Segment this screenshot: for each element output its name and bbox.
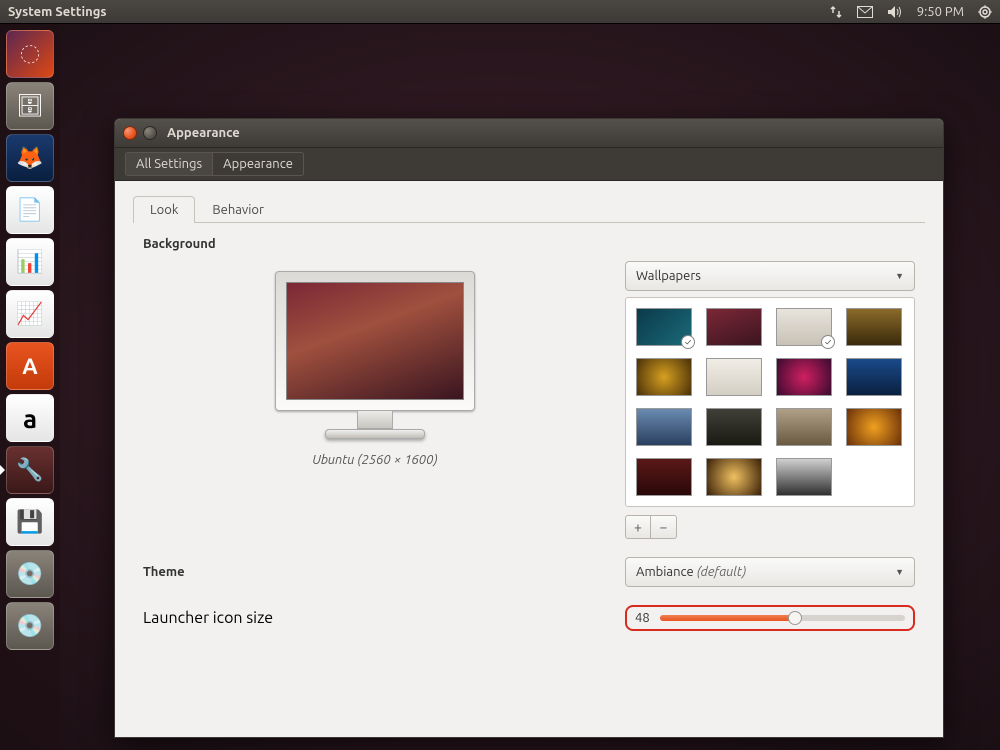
- wallpaper-column: Wallpapers ▼ ✓✓ + −: [625, 261, 915, 539]
- wallpaper-grid-container: ✓✓: [625, 297, 915, 507]
- files-icon[interactable]: 🗄: [6, 82, 54, 130]
- wallpaper-thumb[interactable]: [706, 308, 762, 346]
- preview-column: Ubuntu (2560 × 1600): [143, 261, 607, 539]
- launcher: ◌🗄🦊📄📊📈Aa🔧💾💿💿: [0, 24, 60, 750]
- wallpaper-thumb[interactable]: [776, 358, 832, 396]
- settings-icon[interactable]: 🔧: [6, 446, 54, 494]
- tab-behavior[interactable]: Behavior: [195, 196, 281, 223]
- launcher-size-label: Launcher icon size: [143, 609, 273, 627]
- launcher-size-row: Launcher icon size 48: [143, 605, 915, 631]
- slider-thumb[interactable]: [788, 611, 802, 625]
- wallpaper-thumb[interactable]: [846, 308, 902, 346]
- wallpaper-buttons: + −: [625, 515, 915, 539]
- wallpaper-thumb[interactable]: [636, 408, 692, 446]
- menubar: System Settings 9:50 PM: [0, 0, 1000, 24]
- check-icon: ✓: [821, 335, 835, 349]
- wallpaper-thumb[interactable]: [776, 408, 832, 446]
- wallpaper-thumb[interactable]: [846, 408, 902, 446]
- network-icon[interactable]: [829, 5, 843, 19]
- writer-icon[interactable]: 📄: [6, 186, 54, 234]
- theme-row: Theme Ambiance (default) ▼: [143, 557, 915, 587]
- background-label: Background: [143, 237, 915, 251]
- breadcrumb-appearance[interactable]: Appearance: [212, 152, 304, 176]
- wallpaper-thumb[interactable]: ✓: [636, 308, 692, 346]
- launcher-size-value: 48: [635, 611, 650, 625]
- firefox-icon[interactable]: 🦊: [6, 134, 54, 182]
- dvd-icon-1[interactable]: 💿: [6, 550, 54, 598]
- monitor-base: [325, 429, 425, 439]
- mail-icon[interactable]: [857, 6, 873, 18]
- dash-icon[interactable]: ◌: [6, 30, 54, 78]
- impress-icon[interactable]: 📈: [6, 290, 54, 338]
- menubar-title: System Settings: [8, 5, 107, 19]
- wallpaper-thumb[interactable]: ✓: [776, 308, 832, 346]
- screen-preview: [286, 282, 464, 400]
- slider-fill: [660, 615, 795, 621]
- breadcrumb-bar: All Settings Appearance: [115, 147, 943, 181]
- wallpaper-thumb[interactable]: [706, 458, 762, 496]
- wallpaper-caption: Ubuntu (2560 × 1600): [312, 453, 437, 467]
- check-icon: ✓: [681, 335, 695, 349]
- wallpaper-thumb[interactable]: [846, 358, 902, 396]
- breadcrumb-all-settings[interactable]: All Settings: [125, 152, 213, 176]
- software-center-icon[interactable]: A: [6, 342, 54, 390]
- wallpaper-thumb[interactable]: [636, 458, 692, 496]
- wallpaper-thumb[interactable]: [776, 458, 832, 496]
- remove-wallpaper-button[interactable]: −: [651, 515, 677, 539]
- save-icon[interactable]: 💾: [6, 498, 54, 546]
- appearance-window: Appearance All Settings Appearance Look …: [114, 118, 944, 738]
- monitor-preview: [275, 271, 475, 411]
- dvd-icon-2[interactable]: 💿: [6, 602, 54, 650]
- minimize-button[interactable]: [143, 126, 157, 140]
- look-panel: Background Ubuntu (2560 × 1600) Wallpape…: [133, 223, 925, 645]
- content-area: Look Behavior Background Ubuntu (2560 × …: [115, 181, 943, 737]
- chevron-down-icon: ▼: [895, 271, 904, 281]
- theme-combo[interactable]: Ambiance (default) ▼: [625, 557, 915, 587]
- sound-icon[interactable]: [887, 5, 903, 19]
- window-title: Appearance: [167, 126, 240, 140]
- calc-icon[interactable]: 📊: [6, 238, 54, 286]
- wallpaper-grid: ✓✓: [636, 308, 904, 496]
- indicator-area: 9:50 PM: [829, 5, 992, 19]
- wallpaper-thumb[interactable]: [706, 358, 762, 396]
- monitor-stand: [357, 411, 393, 429]
- tab-look[interactable]: Look: [133, 196, 195, 223]
- clock[interactable]: 9:50 PM: [917, 5, 964, 19]
- amazon-icon[interactable]: a: [6, 394, 54, 442]
- power-icon[interactable]: [978, 5, 992, 19]
- wallpaper-thumb[interactable]: [706, 408, 762, 446]
- launcher-size-slider[interactable]: [660, 615, 905, 621]
- wallpaper-source-combo[interactable]: Wallpapers ▼: [625, 261, 915, 291]
- close-button[interactable]: [123, 126, 137, 140]
- theme-value: Ambiance (default): [636, 565, 746, 579]
- wallpaper-thumb[interactable]: [636, 358, 692, 396]
- wallpaper-source-value: Wallpapers: [636, 269, 701, 283]
- launcher-size-highlight: 48: [625, 605, 915, 631]
- chevron-down-icon: ▼: [895, 567, 904, 577]
- background-row: Ubuntu (2560 × 1600) Wallpapers ▼ ✓✓ + −: [143, 261, 915, 539]
- theme-label: Theme: [143, 565, 185, 579]
- add-wallpaper-button[interactable]: +: [625, 515, 651, 539]
- titlebar[interactable]: Appearance: [115, 119, 943, 147]
- tabstrip: Look Behavior: [133, 195, 925, 223]
